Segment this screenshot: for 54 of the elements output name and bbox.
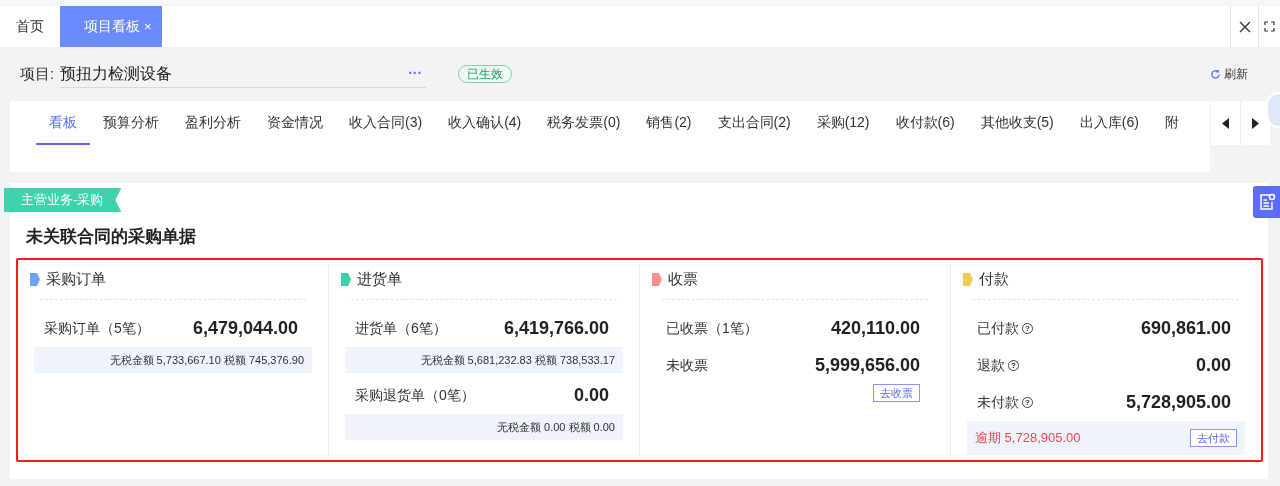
amount-value: 690,861.00 — [1140, 317, 1231, 340]
amount-value: 6,419,766.00 — [503, 317, 609, 340]
nav-tab[interactable]: 收入合同(3) — [336, 101, 436, 145]
nav-tab[interactable]: 附 — [1151, 101, 1192, 145]
card-title: 进货单 — [357, 268, 402, 289]
nav-tab[interactable]: 资金情况 — [254, 101, 336, 145]
amount-value: 5,728,905.00 — [1125, 391, 1231, 414]
nav-tab[interactable]: 采购(12) — [803, 101, 883, 145]
document-icon — [1257, 193, 1276, 211]
refresh-icon — [1210, 68, 1221, 80]
project-label: 项目: — [20, 63, 55, 84]
action-button[interactable]: 去收票 — [873, 384, 920, 402]
amount-label: 退款 — [977, 356, 1005, 375]
ribbon-tag: 主营业务-采购 — [4, 188, 122, 212]
action-button[interactable]: 去付款 — [1190, 429, 1237, 447]
amount-label: 进货单（6笔） — [355, 319, 447, 338]
left-arrow-icon — [1222, 117, 1229, 129]
amount-value: 0.00 — [1195, 354, 1231, 377]
nav-tab[interactable]: 销售(2) — [633, 101, 705, 145]
nav-tab[interactable]: 出入库(6) — [1066, 101, 1152, 145]
section-heading: 未关联合同的采购单据 — [26, 226, 197, 248]
status-tag: 已生效 — [458, 65, 513, 83]
side-button[interactable] — [1253, 186, 1280, 218]
page-tab[interactable]: 首页 — [0, 6, 60, 47]
nav-tab[interactable]: 看板 — [36, 101, 90, 145]
nav-tab[interactable]: 支出合同(2) — [704, 101, 804, 145]
close-icon — [1238, 20, 1251, 33]
detail-text: 无税金额 5,733,667.10 税额 745,376.90 — [109, 352, 304, 368]
nav-tab[interactable]: 税务发票(0) — [534, 101, 634, 145]
nav-tab[interactable]: 盈利分析 — [172, 101, 254, 145]
amount-label: 已收票（1笔） — [666, 319, 758, 338]
project-field[interactable]: 预扭力检测设备 ··· — [60, 60, 427, 88]
amount-value: 420,110.00 — [830, 317, 920, 340]
right-arrow-icon — [1252, 117, 1259, 129]
overdue-text: 逾期 5,728,905.00 — [975, 429, 1081, 448]
amount-label: 采购订单（5笔） — [44, 319, 150, 338]
detail-text: 无税金额 0.00 税额 0.00 — [497, 419, 615, 435]
amount-value: 0.00 — [573, 384, 609, 407]
amount-label: 已付款 — [977, 319, 1019, 338]
card-title: 采购订单 — [46, 268, 106, 289]
nav-tab[interactable]: 预算分析 — [90, 101, 172, 145]
card-title: 付款 — [979, 268, 1009, 289]
nav-tab[interactable]: 收付款(6) — [882, 101, 968, 145]
fullscreen-icon — [1264, 21, 1275, 32]
detail-text: 无税金额 5,681,232.83 税额 738,533.17 — [420, 352, 615, 368]
amount-label: 采购退货单（0笔） — [355, 386, 475, 405]
amount-value: 5,999,656.00 — [814, 354, 920, 377]
nav-tab[interactable]: 收入确认(4) — [435, 101, 535, 145]
refresh-button[interactable]: 刷新 — [1210, 65, 1248, 83]
nav-tab[interactable]: 其他收支(5) — [967, 101, 1067, 145]
amount-label: 未付款 — [977, 393, 1019, 412]
amount-value: 6,479,044.00 — [192, 317, 298, 340]
amount-label: 未收票 — [666, 356, 708, 375]
card-title: 收票 — [668, 268, 698, 289]
